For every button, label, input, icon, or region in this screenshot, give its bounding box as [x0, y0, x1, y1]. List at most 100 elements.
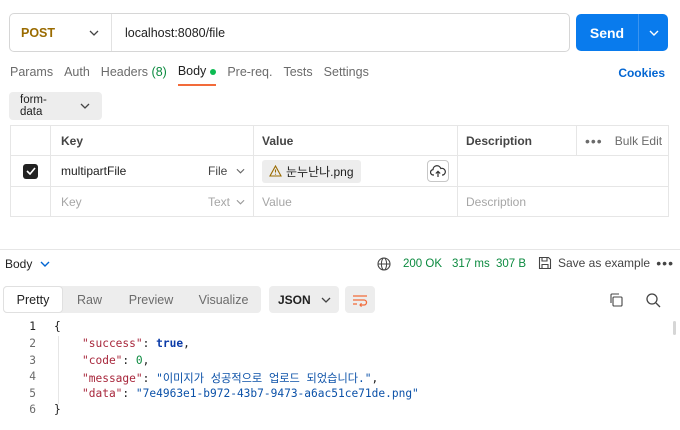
bulk-edit-link[interactable]: Bulk Edit — [615, 134, 662, 148]
tab-pre-request[interactable]: Pre-req. — [227, 65, 272, 85]
json-key: "message" — [82, 372, 143, 385]
row-checkbox[interactable] — [23, 163, 38, 179]
tab-preview[interactable]: Preview — [116, 286, 186, 313]
chevron-down-icon — [40, 259, 50, 269]
headers-count: (8) — [151, 65, 167, 79]
line-number: 4 — [29, 370, 36, 383]
wrap-lines-icon — [353, 294, 368, 307]
search-icon[interactable] — [645, 292, 661, 311]
row-empty-check-cell — [11, 187, 51, 217]
code-line: } — [54, 403, 61, 416]
more-icon[interactable]: ••• — [585, 133, 603, 149]
type-select[interactable]: File — [200, 156, 254, 186]
status-code[interactable]: 200 OK — [403, 258, 442, 270]
tab-headers[interactable]: Headers (8) — [101, 65, 167, 85]
body-active-dot — [210, 68, 217, 75]
format-label: JSON — [278, 292, 311, 307]
file-chip[interactable]: 눈누난나.png — [262, 159, 361, 183]
header-check-cell — [11, 126, 51, 155]
response-body-select[interactable]: Body — [5, 257, 62, 271]
request-tabs: Params Auth Headers (8) Body Pre-req. Te… — [10, 64, 380, 86]
tab-tests[interactable]: Tests — [283, 65, 312, 85]
json-key: "code" — [82, 354, 123, 367]
row-checkbox-cell — [11, 156, 51, 186]
header-value: Value — [254, 126, 458, 155]
type-placeholder: Text — [208, 195, 231, 209]
scrollbar[interactable] — [673, 321, 676, 335]
tab-settings[interactable]: Settings — [324, 65, 369, 85]
tab-raw[interactable]: Raw — [63, 286, 116, 313]
method-select[interactable]: POST — [10, 14, 112, 51]
table-row: multipartFile File 눈누난나.png — [11, 156, 668, 187]
line-number: 1 — [29, 320, 36, 333]
line-number: 6 — [29, 403, 36, 416]
save-as-example-label: Save as example — [558, 256, 651, 270]
chevron-down-icon — [236, 168, 245, 174]
json-value: 0 — [135, 354, 143, 367]
tab-visualize[interactable]: Visualize — [186, 286, 261, 313]
more-icon[interactable]: ••• — [656, 255, 674, 271]
json-brace-close: } — [54, 403, 61, 416]
save-icon — [538, 256, 552, 270]
code-line: "message": "이미지가 성공적으로 업로드 되었습니다.", — [82, 372, 379, 385]
chevron-down-icon — [89, 28, 99, 38]
send-label: Send — [589, 24, 625, 41]
type-label: File — [208, 164, 228, 178]
response-body-label: Body — [5, 256, 33, 271]
globe-icon[interactable] — [377, 257, 391, 274]
upload-button[interactable] — [427, 160, 449, 182]
code-line: "success": true, — [82, 337, 190, 350]
table-row-empty: Key Text Value Description — [11, 187, 668, 217]
key-placeholder[interactable]: Key — [51, 187, 200, 217]
copy-icon[interactable] — [608, 292, 624, 311]
tab-body[interactable]: Body — [177, 64, 217, 86]
table-header: Key Value Description ••• Bulk Edit — [11, 126, 668, 156]
json-brace-open: { — [54, 320, 61, 333]
code-line: "code": 0, — [82, 354, 150, 367]
url-input[interactable] — [112, 14, 552, 51]
tab-params[interactable]: Params — [10, 65, 53, 85]
type-select-placeholder[interactable]: Text — [200, 187, 254, 217]
json-value: true — [156, 337, 184, 350]
json-key: "data" — [82, 387, 123, 400]
save-as-example-button[interactable]: Save as example — [538, 256, 650, 270]
description-placeholder[interactable]: Description — [458, 187, 668, 217]
value-cell: 눈누난나.png — [254, 156, 458, 186]
line-number: 3 — [29, 354, 36, 367]
line-number: 2 — [29, 337, 36, 350]
wrap-lines-button[interactable] — [345, 286, 375, 313]
cloud-upload-icon — [430, 164, 446, 177]
indent-guide — [58, 336, 59, 404]
send-dropdown[interactable] — [638, 14, 668, 51]
chevron-down-icon — [80, 101, 90, 111]
value-placeholder[interactable]: Value — [254, 187, 458, 217]
response-time[interactable]: 317 ms — [452, 258, 490, 270]
warning-icon — [269, 165, 282, 177]
json-value: "이미지가 성공적으로 업로드 되었습니다." — [156, 372, 372, 385]
tab-body-label: Body — [177, 64, 207, 78]
format-select[interactable]: JSON — [269, 286, 339, 313]
response-size[interactable]: 307 B — [496, 258, 526, 270]
line-number: 5 — [29, 387, 36, 400]
method-label: POST — [21, 25, 56, 40]
chevron-down-icon — [649, 30, 658, 36]
response-view-tabs: Pretty Raw Preview Visualize — [3, 286, 261, 313]
tab-pretty[interactable]: Pretty — [3, 286, 63, 313]
header-description: Description — [458, 126, 577, 155]
response-code-view[interactable]: 1 2 3 4 5 6 { "success": true, "code": 0… — [0, 319, 680, 430]
code-line: { — [54, 320, 61, 333]
url-bar: POST — [9, 13, 570, 52]
checkmark-icon — [25, 167, 36, 175]
file-name: 눈누난나.png — [286, 164, 354, 179]
json-value: "7e4963e1-b972-43b7-9473-a6ac51ce71de.pn… — [135, 387, 419, 400]
body-mode-label: form-data — [20, 94, 47, 118]
body-mode-select[interactable]: form-data — [9, 92, 102, 120]
tab-auth[interactable]: Auth — [64, 65, 90, 85]
header-actions: ••• Bulk Edit — [577, 126, 668, 155]
key-cell[interactable]: multipartFile — [51, 156, 200, 186]
json-key: "success" — [82, 337, 143, 350]
send-button[interactable]: Send — [576, 14, 668, 51]
cookies-link[interactable]: Cookies — [618, 66, 665, 80]
description-cell[interactable] — [458, 156, 668, 186]
response-bar: Body 200 OK 317 ms 307 B Save as example… — [0, 249, 680, 277]
